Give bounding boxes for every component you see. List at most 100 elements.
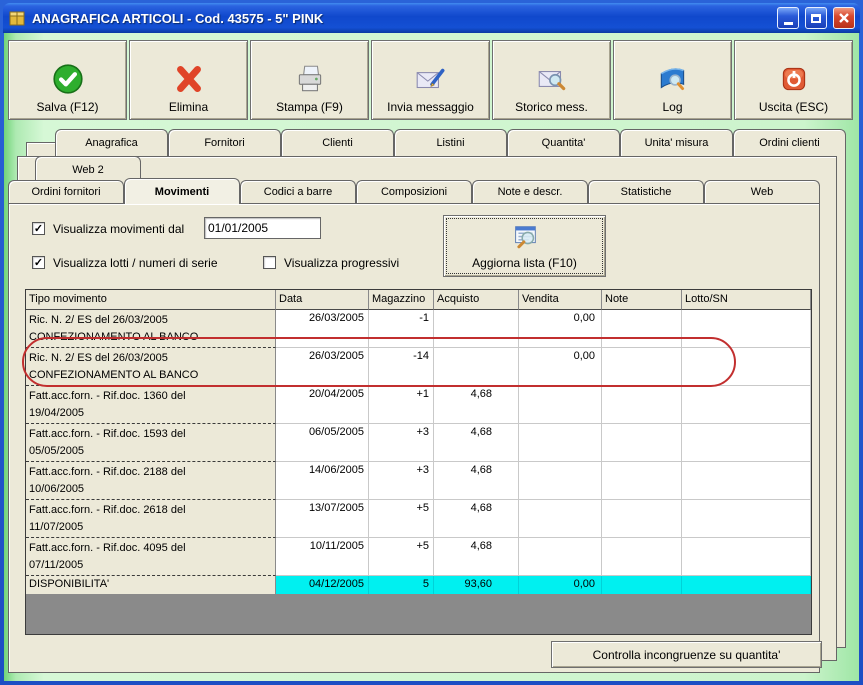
cell-tipo: Fatt.acc.forn. - Rif.doc. 1360 del 19/04…: [26, 386, 276, 424]
table-row[interactable]: Fatt.acc.forn. - Rif.doc. 1360 del 19/04…: [26, 386, 811, 424]
tool-label: Elimina: [168, 100, 209, 114]
cell-acquisto: [434, 310, 519, 348]
tab-note-e-descr[interactable]: Note e descr.: [472, 180, 588, 203]
cell-lotto: [682, 348, 811, 386]
cell-tipo: Fatt.acc.forn. - Rif.doc. 2618 del 11/07…: [26, 500, 276, 538]
cell-note: [602, 310, 682, 348]
tab-statistiche[interactable]: Statistiche: [588, 180, 704, 203]
save-button[interactable]: Salva (F12): [8, 40, 127, 120]
delete-button[interactable]: Elimina: [129, 40, 248, 120]
maximize-button[interactable]: [805, 7, 827, 29]
cell-data: 04/12/2005: [276, 576, 369, 594]
table-row[interactable]: Fatt.acc.forn. - Rif.doc. 2188 del 10/06…: [26, 462, 811, 500]
tab-codici-a-barre[interactable]: Codici a barre: [240, 180, 356, 203]
table-row[interactable]: Fatt.acc.forn. - Rif.doc. 2618 del 11/07…: [26, 500, 811, 538]
date-from-input[interactable]: [204, 217, 321, 239]
tab-web-2[interactable]: Web 2: [35, 156, 141, 182]
cell-vendita: [519, 462, 602, 500]
tab-listini[interactable]: Listini: [394, 129, 507, 156]
cell-vendita: 0,00: [519, 310, 602, 348]
tab-clienti[interactable]: Clienti: [281, 129, 394, 156]
cell-acquisto: [434, 348, 519, 386]
window-title: ANAGRAFICA ARTICOLI - Cod. 43575 - 5" PI…: [32, 10, 324, 26]
cell-vendita: 0,00: [519, 348, 602, 386]
check-icon: ✓: [33, 256, 44, 269]
cell-lotto: [682, 310, 811, 348]
col-vendita[interactable]: Vendita: [519, 290, 602, 310]
app-window: ANAGRAFICA ARTICOLI - Cod. 43575 - 5" PI…: [0, 0, 863, 685]
refresh-list-button[interactable]: Aggiorna lista (F10): [443, 215, 606, 277]
refresh-list-label: Aggiorna lista (F10): [472, 256, 577, 270]
col-lotto-sn[interactable]: Lotto/SN: [682, 290, 811, 310]
cell-data: 26/03/2005: [276, 310, 369, 348]
tab-ordini-clienti[interactable]: Ordini clienti: [733, 129, 846, 156]
cell-vendita: 0,00: [519, 576, 602, 594]
print-button[interactable]: Stampa (F9): [250, 40, 369, 120]
table-row[interactable]: Fatt.acc.forn. - Rif.doc. 1593 del 05/05…: [26, 424, 811, 462]
cell-note: [602, 538, 682, 576]
cell-lotto: [682, 424, 811, 462]
cell-magazzino: -1: [369, 310, 434, 348]
book-search-icon: [660, 68, 684, 91]
checkbox-progressivi[interactable]: [263, 256, 276, 269]
exit-button[interactable]: Uscita (ESC): [734, 40, 853, 120]
log-button[interactable]: Log: [613, 40, 732, 120]
titlebar: ANAGRAFICA ARTICOLI - Cod. 43575 - 5" PI…: [3, 3, 860, 33]
tab-movimenti[interactable]: Movimenti: [124, 178, 240, 204]
checkbox-lotti-label: Visualizza lotti / numeri di serie: [53, 256, 218, 270]
tab-unita-misura[interactable]: Unita' misura: [620, 129, 733, 156]
cell-note: [602, 424, 682, 462]
col-tipo-movimento[interactable]: Tipo movimento: [26, 290, 276, 310]
cell-tipo: Fatt.acc.forn. - Rif.doc. 4095 del 07/11…: [26, 538, 276, 576]
cell-tipo: DISPONIBILITA': [26, 576, 276, 594]
cell-magazzino: +3: [369, 462, 434, 500]
checkbox-lotti[interactable]: ✓: [32, 256, 45, 269]
cell-vendita: [519, 538, 602, 576]
tab-fornitori[interactable]: Fornitori: [168, 129, 281, 156]
tool-label: Salva (F12): [36, 100, 99, 114]
checkbox-movimenti-dal[interactable]: ✓: [32, 222, 45, 235]
cell-vendita: [519, 386, 602, 424]
app-icon: [8, 9, 26, 27]
cell-magazzino: 5: [369, 576, 434, 594]
client-area: Salva (F12) Elimina Stampa (F9) Invia me…: [4, 33, 859, 681]
cell-note: [602, 462, 682, 500]
mail-search-icon: [538, 71, 565, 91]
checkbox-movimenti-dal-label: Visualizza movimenti dal: [53, 222, 185, 236]
cell-lotto: [682, 386, 811, 424]
tab-web[interactable]: Web: [704, 180, 820, 203]
col-acquisto[interactable]: Acquisto: [434, 290, 519, 310]
message-history-button[interactable]: Storico mess.: [492, 40, 611, 120]
cell-magazzino: +3: [369, 424, 434, 462]
cell-vendita: [519, 500, 602, 538]
tab-anagrafica[interactable]: Anagrafica: [55, 129, 168, 156]
minimize-button[interactable]: [777, 7, 799, 29]
tool-label: Log: [662, 100, 683, 114]
col-data[interactable]: Data: [276, 290, 369, 310]
col-note[interactable]: Note: [602, 290, 682, 310]
movements-table: Tipo movimento Data Magazzino Acquisto V…: [25, 289, 812, 635]
cell-lotto: [682, 576, 811, 594]
availability-row: DISPONIBILITA' 04/12/2005 5 93,60 0,00: [26, 576, 811, 594]
col-magazzino[interactable]: Magazzino: [369, 290, 434, 310]
tab-composizioni[interactable]: Composizioni: [356, 180, 472, 203]
check-inconsistencies-button[interactable]: Controlla incongruenze su quantita': [551, 641, 822, 668]
send-message-button[interactable]: Invia messaggio: [371, 40, 490, 120]
tab-quantita[interactable]: Quantita': [507, 129, 620, 156]
table-row[interactable]: Fatt.acc.forn. - Rif.doc. 4095 del 07/11…: [26, 538, 811, 576]
cell-data: 06/05/2005: [276, 424, 369, 462]
table-row[interactable]: Ric. N. 2/ ES del 26/03/2005 CONFEZIONAM…: [26, 310, 811, 348]
tool-label: Storico mess.: [515, 100, 588, 114]
close-button[interactable]: [833, 7, 855, 29]
cell-note: [602, 500, 682, 538]
check-icon: ✓: [33, 222, 44, 235]
red-x-icon: [176, 65, 201, 93]
cell-tipo: Ric. N. 2/ ES del 26/03/2005 CONFEZIONAM…: [26, 348, 276, 386]
table-row-highlighted[interactable]: Ric. N. 2/ ES del 26/03/2005 CONFEZIONAM…: [26, 348, 811, 386]
tab-ordini-fornitori[interactable]: Ordini fornitori: [8, 180, 124, 203]
cell-acquisto: 4,68: [434, 386, 519, 424]
checkbox-progressivi-label: Visualizza progressivi: [284, 256, 400, 270]
cell-data: 10/11/2005: [276, 538, 369, 576]
printer-icon: [298, 65, 321, 92]
cell-note: [602, 576, 682, 594]
